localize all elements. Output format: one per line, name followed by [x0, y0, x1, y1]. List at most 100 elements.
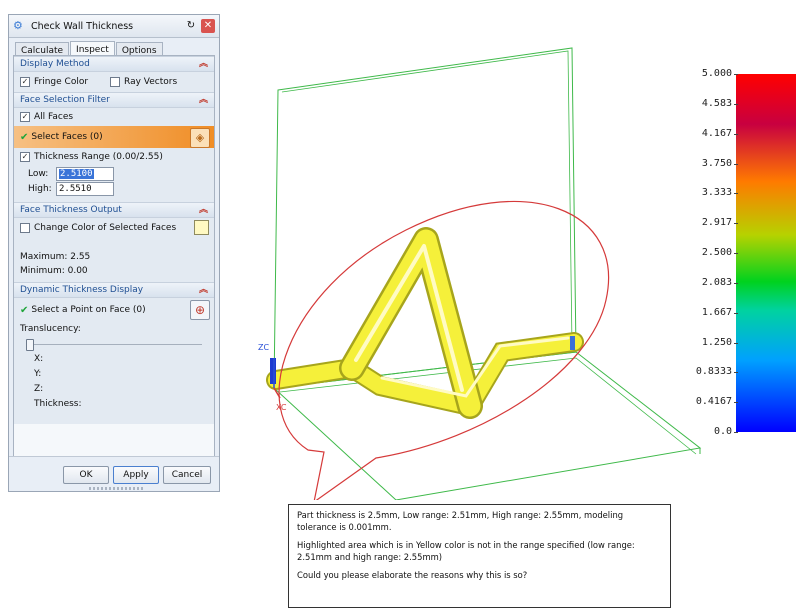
collapse-chevron-icon[interactable]: ︽ — [199, 203, 208, 217]
vertical-wall-inner-edge — [281, 50, 573, 347]
display-method-body: ✓ Fringe Color Ray Vectors — [14, 72, 214, 92]
collapse-chevron-icon[interactable]: ︽ — [199, 57, 208, 71]
dynamic-thickness-display-title: Dynamic Thickness Display — [20, 285, 144, 295]
legend-tick — [734, 133, 738, 135]
ok-button[interactable]: OK — [63, 466, 109, 484]
change-color-label: Change Color of Selected Faces — [34, 223, 177, 233]
select-faces-label: Select Faces (0) — [31, 132, 103, 142]
inspect-panel: Display Method ︽ ✓ Fringe Color Ray Vect… — [13, 55, 215, 471]
dialog-titlebar: ⚙ Check Wall Thickness ↻ ✕ — [9, 15, 219, 38]
legend-tick — [734, 372, 738, 374]
face-thickness-output-title: Face Thickness Output — [20, 205, 122, 215]
legend-tick — [734, 103, 738, 105]
legend-tick — [734, 342, 738, 344]
face-thickness-output-body: Change Color of Selected Faces Maximum: … — [14, 218, 214, 282]
legend-tick — [734, 402, 738, 404]
high-input[interactable]: 2.5510 — [56, 181, 114, 196]
thickness-label: Thickness: — [34, 399, 82, 409]
display-method-header[interactable]: Display Method ︽ — [14, 56, 214, 72]
legend-label: 3.333 — [701, 187, 732, 199]
note-paragraph-2: Highlighted area which is in Yellow colo… — [297, 540, 635, 562]
thickness-range-label: Thickness Range (0.00/2.55) — [34, 152, 163, 162]
face-selection-filter-body: ✓ All Faces ✔ Select Faces (0) ◈ ✓ Thick… — [14, 108, 214, 202]
display-method-title: Display Method — [20, 59, 90, 69]
fringe-color-checkbox[interactable]: ✓ — [20, 77, 30, 87]
y-label: Y: — [34, 369, 42, 379]
ray-vectors-checkbox[interactable] — [110, 77, 121, 87]
note-paragraph-3: Could you please elaborate the reasons w… — [297, 570, 528, 580]
legend-tick — [734, 253, 738, 254]
legend-label: 1.250 — [701, 336, 732, 348]
legend-tick — [734, 193, 738, 195]
thickness-range-checkbox[interactable]: ✓ — [20, 152, 30, 162]
legend-label: 4.167 — [701, 127, 732, 139]
highlighted-ribs — [266, 227, 584, 419]
z-label: Z: — [34, 384, 44, 394]
legend-label: 0.0 — [713, 426, 732, 437]
note-paragraph-1: Part thickness is 2.5mm, Low range: 2.51… — [297, 510, 624, 532]
close-icon[interactable]: ✕ — [201, 19, 215, 33]
legend-label: 1.667 — [701, 306, 732, 318]
face-thickness-output-header[interactable]: Face Thickness Output ︽ — [14, 202, 214, 218]
face-selection-filter-title: Face Selection Filter — [20, 95, 110, 105]
thickness-color-bar — [736, 74, 796, 432]
vertical-wall-outline — [273, 47, 577, 389]
3d-viewport[interactable] — [256, 40, 716, 500]
gear-icon: ⚙ — [13, 19, 23, 32]
checkmark-icon: ✔ — [20, 304, 29, 316]
fringe-color-label: Fringe Color — [34, 77, 89, 87]
low-input[interactable]: 2.5100 — [56, 166, 114, 181]
legend-label: 2.083 — [701, 276, 732, 288]
annotation-note: Part thickness is 2.5mm, Low range: 2.51… — [288, 504, 671, 608]
edge-thickness-spot — [570, 336, 575, 350]
face-selection-filter-header[interactable]: Face Selection Filter ︽ — [14, 92, 214, 108]
select-faces-row[interactable]: ✔ Select Faces (0) ◈ — [14, 126, 214, 148]
legend-tick — [734, 74, 738, 75]
legend-label: 0.4167 — [695, 396, 732, 408]
reset-icon[interactable]: ↻ — [184, 19, 198, 33]
legend-label: 3.750 — [701, 157, 732, 169]
apply-button[interactable]: Apply — [113, 466, 159, 484]
dialog-footer: OK Apply Cancel — [9, 456, 219, 491]
legend-label: 4.583 — [701, 97, 732, 109]
check-wall-thickness-dialog: ⚙ Check Wall Thickness ↻ ✕ Calculate Ins… — [8, 14, 220, 492]
high-label: High: — [28, 183, 52, 194]
dialog-title: Check Wall Thickness — [31, 20, 134, 32]
color-swatch[interactable] — [194, 220, 209, 235]
ray-vectors-label: Ray Vectors — [124, 77, 178, 87]
cancel-button[interactable]: Cancel — [163, 466, 211, 484]
slider-track — [28, 344, 202, 345]
legend-tick — [734, 312, 738, 314]
slider-thumb[interactable] — [26, 339, 34, 351]
select-face-cube-icon[interactable]: ◈ — [190, 128, 210, 148]
collapse-chevron-icon[interactable]: ︽ — [199, 93, 208, 107]
legend-tick — [734, 163, 738, 165]
dynamic-thickness-display-body: ✔ Select a Point on Face (0) ⊕ Transluce… — [14, 298, 214, 424]
translucency-label: Translucency: — [20, 324, 81, 334]
select-point-label: Select a Point on Face (0) — [31, 305, 146, 315]
checkmark-icon: ✔ — [20, 131, 29, 143]
legend-label: 2.917 — [701, 217, 732, 229]
translucency-slider[interactable] — [20, 336, 208, 352]
x-label: X: — [34, 354, 44, 364]
min-thickness-spot — [270, 358, 276, 384]
minimum-value: Minimum: 0.00 — [20, 266, 88, 276]
legend-label: 0.8333 — [695, 366, 732, 378]
maximum-value: Maximum: 2.55 — [20, 252, 91, 262]
low-label: Low: — [28, 168, 49, 179]
dynamic-thickness-display-header[interactable]: Dynamic Thickness Display ︽ — [14, 282, 214, 298]
zc-axis-label: ZC — [258, 343, 270, 352]
legend-tick — [734, 432, 738, 433]
all-faces-label: All Faces — [34, 112, 74, 122]
collapse-chevron-icon[interactable]: ︽ — [199, 283, 208, 297]
all-faces-checkbox[interactable]: ✓ — [20, 112, 30, 122]
change-color-checkbox[interactable] — [20, 223, 30, 233]
legend-tick — [734, 282, 738, 284]
legend-label: 5.000 — [701, 68, 732, 79]
resize-grip[interactable] — [89, 487, 143, 490]
low-value: 2.5100 — [59, 168, 94, 179]
point-crosshair-icon[interactable]: ⊕ — [190, 300, 210, 320]
legend-label: 2.500 — [701, 247, 732, 258]
xc-axis-label: XC — [276, 403, 287, 412]
legend-tick — [734, 223, 738, 225]
